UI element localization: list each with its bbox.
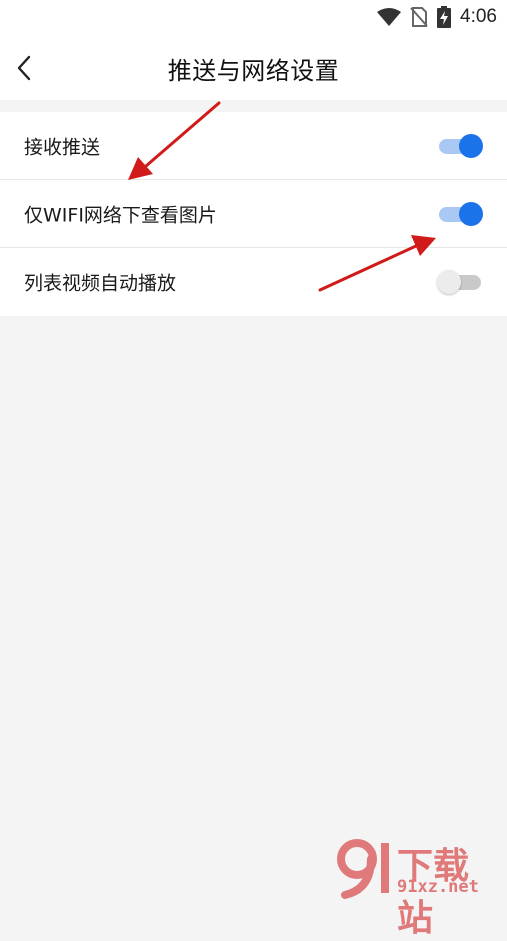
autoplay-video-toggle[interactable]	[437, 268, 483, 296]
section-divider	[0, 100, 507, 112]
setting-row-receive-push[interactable]: 接收推送	[0, 112, 507, 180]
toggle-knob	[459, 133, 483, 158]
setting-row-autoplay-video[interactable]: 列表视频自动播放	[0, 248, 507, 316]
toggle-knob	[459, 201, 483, 226]
page-title: 推送与网络设置	[167, 57, 340, 85]
watermark-url: 91xz.net	[397, 877, 479, 897]
wifi-only-images-toggle[interactable]	[437, 200, 483, 228]
toggle-knob	[437, 270, 461, 294]
status-time: 4:06	[460, 6, 497, 27]
battery-charging-icon	[437, 6, 452, 28]
status-icons: 4:06	[377, 6, 497, 28]
setting-label: 仅WIFI网络下查看图片	[24, 204, 217, 226]
receive-push-toggle[interactable]	[437, 132, 483, 160]
app-header: 推送与网络设置	[0, 36, 507, 100]
setting-row-wifi-only-images[interactable]: 仅WIFI网络下查看图片	[0, 180, 507, 248]
settings-list: 接收推送 仅WIFI网络下查看图片 列表视频自动播放	[0, 112, 507, 316]
watermark-logo-icon	[337, 839, 389, 899]
setting-label: 接收推送	[24, 136, 101, 158]
status-bar: 4:06	[0, 0, 507, 36]
watermark: 下载站 91xz.net	[335, 837, 503, 939]
setting-label: 列表视频自动播放	[24, 272, 177, 295]
wifi-icon	[377, 8, 402, 26]
no-sim-icon	[410, 7, 428, 27]
